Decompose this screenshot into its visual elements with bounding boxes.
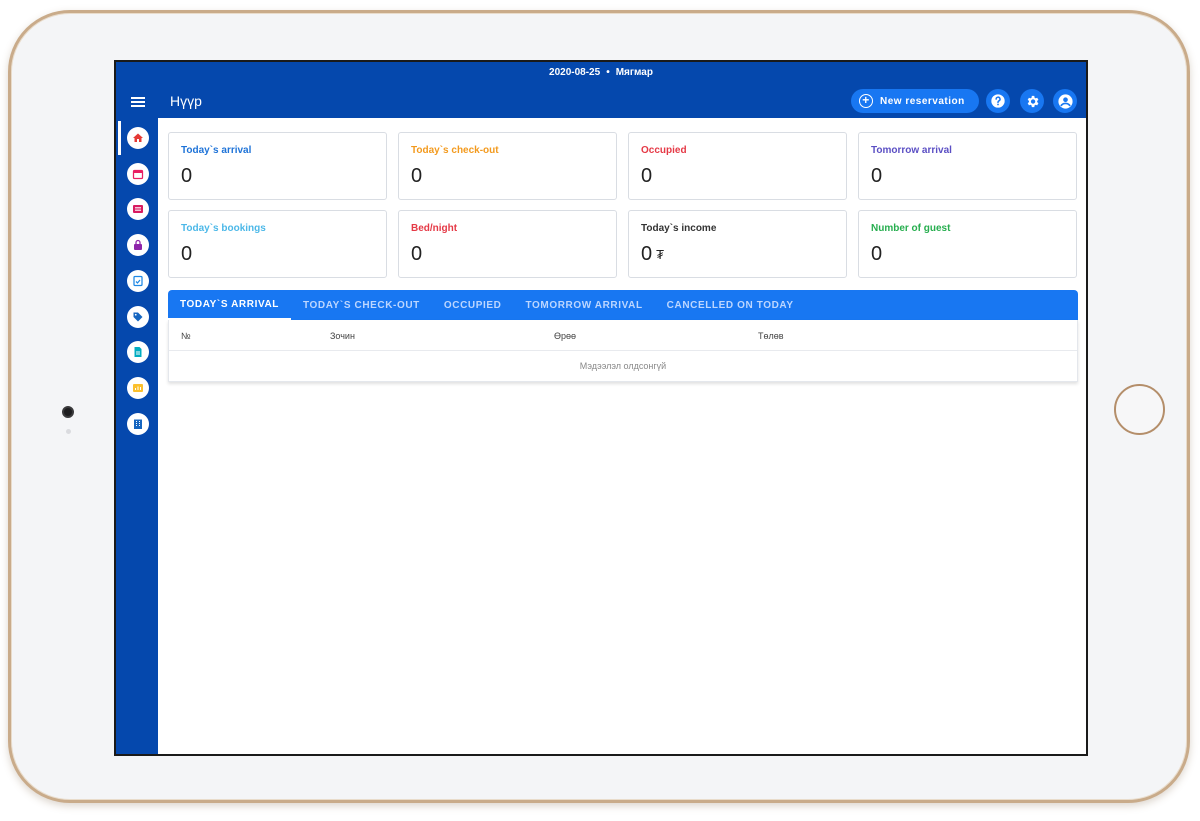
sensor-dot xyxy=(66,429,71,434)
checklist-icon xyxy=(133,275,143,287)
sidebar-item-list[interactable] xyxy=(127,198,149,220)
account-icon xyxy=(1057,93,1073,109)
stat-card-label: Today`s bookings xyxy=(181,223,266,234)
stat-card-label: Number of guest xyxy=(871,223,951,234)
column-header-guest[interactable]: Зочин xyxy=(330,331,355,341)
page-title: Нүүр xyxy=(170,93,202,109)
stat-card-bed-night[interactable]: Bed/night 0 xyxy=(398,210,617,278)
column-header-room[interactable]: Өрөө xyxy=(554,331,576,341)
tab-todays-checkout[interactable]: Today`s check-out xyxy=(291,290,432,320)
sidebar-item-tags[interactable] xyxy=(127,306,149,328)
dashboard-main: Today`s arrival 0 Today`s check-out 0 Oc… xyxy=(158,118,1086,754)
sidebar-item-home[interactable] xyxy=(127,127,149,149)
stat-card-todays-arrival[interactable]: Today`s arrival 0 xyxy=(168,132,387,200)
account-button[interactable] xyxy=(1053,89,1077,113)
column-header-status[interactable]: Төлөв xyxy=(758,331,784,341)
help-icon xyxy=(991,94,1005,108)
gear-icon xyxy=(1027,95,1038,107)
date-separator: • xyxy=(606,67,610,78)
stat-card-label: Tomorrow arrival xyxy=(871,145,952,156)
settings-button[interactable] xyxy=(1020,89,1044,113)
stat-card-value: 0 xyxy=(871,243,883,265)
camera-icon xyxy=(62,406,74,418)
app-screen: 2020-08-25 • Мягмар Нүүр + New reservation xyxy=(114,60,1088,756)
document-icon xyxy=(134,347,142,357)
stat-card-number-of-guest[interactable]: Number of guest 0 xyxy=(858,210,1077,278)
new-reservation-label: New reservation xyxy=(880,95,965,107)
tab-cancelled-on-today[interactable]: Cancelled on today xyxy=(655,290,806,320)
stat-card-label: Today`s arrival xyxy=(181,145,252,156)
stat-card-todays-income[interactable]: Today`s income 0 ₮ xyxy=(628,210,847,278)
stat-card-value: 0 xyxy=(871,165,883,187)
stat-card-label: Today`s income xyxy=(641,223,717,234)
currency-symbol: ₮ xyxy=(656,247,665,262)
sidebar xyxy=(116,118,158,754)
arrivals-table: № Зочин Өрөө Төлөв Мэдээлэл олдсонгүй xyxy=(168,320,1078,382)
list-icon xyxy=(133,205,143,213)
date-bar: 2020-08-25 • Мягмар xyxy=(116,67,1086,78)
stat-card-tomorrow-arrival[interactable]: Tomorrow arrival 0 xyxy=(858,132,1077,200)
sidebar-item-checklist[interactable] xyxy=(127,270,149,292)
sidebar-item-calendar[interactable] xyxy=(127,163,149,185)
income-amount: 0 xyxy=(641,243,653,265)
home-button[interactable] xyxy=(1114,384,1165,435)
tab-todays-arrival[interactable]: Today`s arrival xyxy=(168,290,292,320)
sidebar-item-hotel[interactable] xyxy=(127,413,149,435)
stat-card-label: Bed/night xyxy=(411,223,458,234)
stat-card-value: 0 xyxy=(181,243,193,265)
column-header-number[interactable]: № xyxy=(181,331,191,341)
top-bar: 2020-08-25 • Мягмар Нүүр + New reservation xyxy=(116,62,1086,118)
stat-card-value: 0 xyxy=(181,165,193,187)
empty-table-message: Мэдээлэл олдсонгүй xyxy=(579,361,667,371)
tag-icon xyxy=(133,312,143,322)
sidebar-item-reports[interactable] xyxy=(127,377,149,399)
building-icon xyxy=(134,419,142,429)
current-weekday: Мягмар xyxy=(615,67,653,78)
sidebar-active-indicator xyxy=(118,121,121,155)
stat-card-value: 0 xyxy=(641,165,653,187)
stat-card-occupied[interactable]: Occupied 0 xyxy=(628,132,847,200)
new-reservation-button[interactable]: + New reservation xyxy=(851,89,979,113)
add-circle-icon: + xyxy=(859,94,873,108)
chart-icon xyxy=(133,384,143,392)
stat-card-value: 0 xyxy=(411,165,423,187)
tab-occupied[interactable]: Occupied xyxy=(432,290,514,320)
home-icon xyxy=(133,133,143,142)
sidebar-item-documents[interactable] xyxy=(127,341,149,363)
table-header: № Зочин Өрөө Төлөв xyxy=(169,320,1077,351)
stat-card-label: Today`s check-out xyxy=(411,145,499,156)
tab-tomorrow-arrival[interactable]: Tomorrow arrival xyxy=(513,290,654,320)
arrivals-tabs: Today`s arrival Today`s check-out Occupi… xyxy=(168,290,1078,320)
lock-icon xyxy=(134,239,142,250)
stat-card-value: 0 xyxy=(411,243,423,265)
stat-card-value: 0 ₮ xyxy=(641,243,834,266)
stat-card-label: Occupied xyxy=(641,145,687,156)
stat-card-todays-checkout[interactable]: Today`s check-out 0 xyxy=(398,132,617,200)
calendar-icon xyxy=(132,169,144,180)
current-date: 2020-08-25 xyxy=(549,67,601,78)
hamburger-icon[interactable] xyxy=(131,97,145,107)
sidebar-item-lock[interactable] xyxy=(127,234,149,256)
help-button[interactable] xyxy=(986,89,1010,113)
stat-card-todays-bookings[interactable]: Today`s bookings 0 xyxy=(168,210,387,278)
